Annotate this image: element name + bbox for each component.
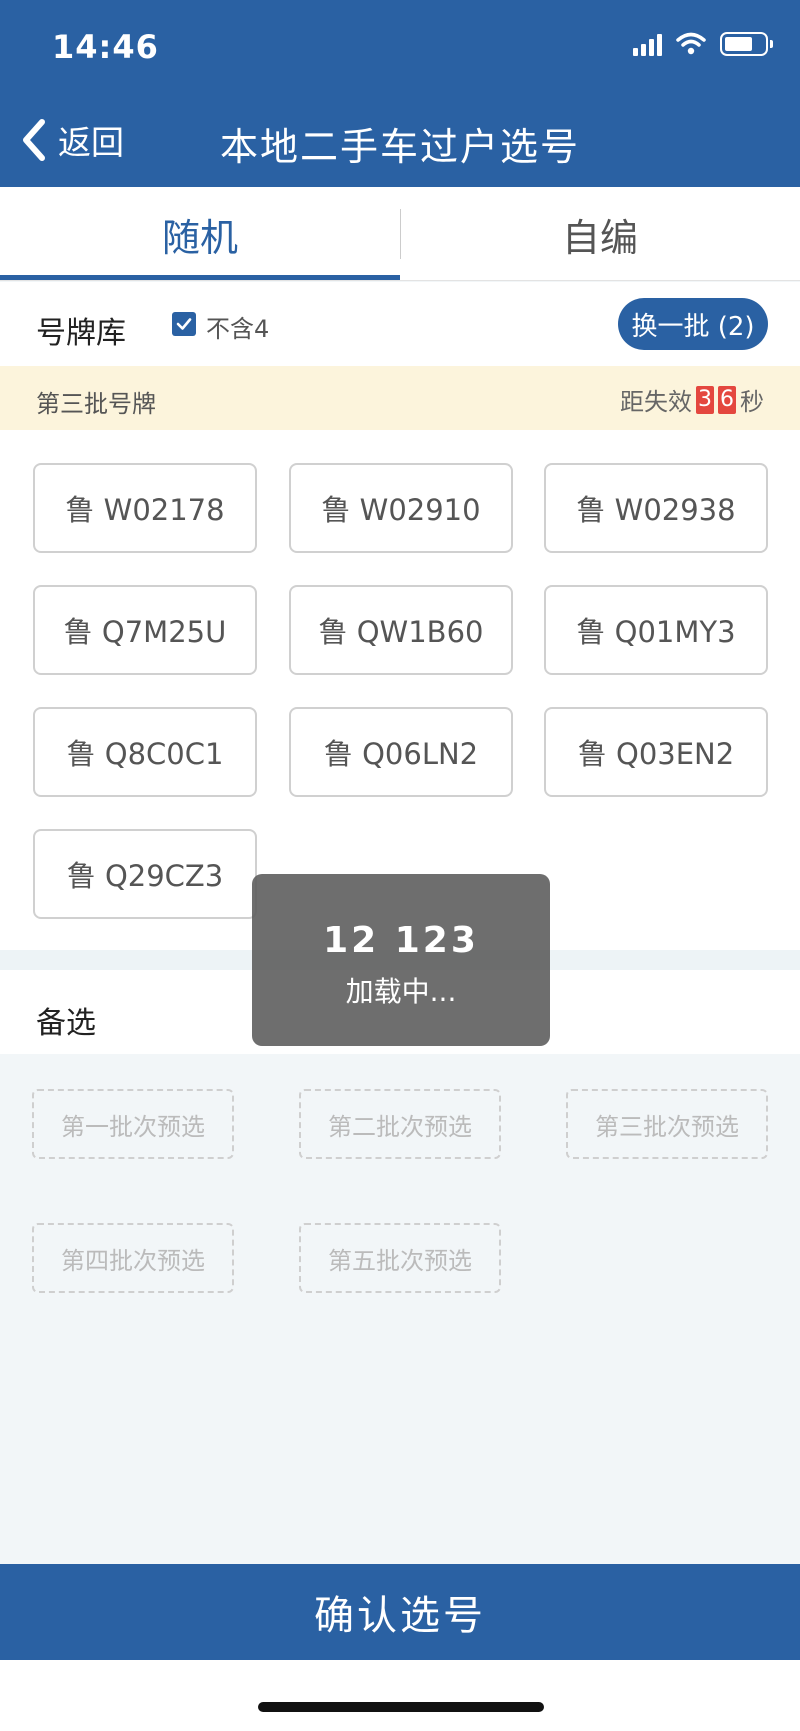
tab-custom[interactable]: 自编: [400, 187, 800, 281]
plate-option[interactable]: 鲁 W02938: [544, 463, 768, 553]
alternate-slot[interactable]: 第一批次预选: [32, 1089, 234, 1159]
alternate-slot[interactable]: 第二批次预选: [299, 1089, 501, 1159]
app-header: 14:46 返回 本地二手车过户选号: [0, 0, 800, 187]
plate-pool-title: 号牌库: [36, 316, 126, 351]
status-icons: [633, 32, 773, 56]
battery-icon: [720, 32, 773, 56]
countdown-unit: 秒: [740, 388, 764, 416]
active-tab-indicator: [0, 275, 400, 280]
alternate-slot[interactable]: 第四批次预选: [32, 1223, 234, 1293]
tab-bar: 随机 自编: [0, 187, 800, 281]
plate-option[interactable]: 鲁 Q8C0C1: [33, 707, 257, 797]
batch-title: 第三批号牌: [36, 390, 156, 418]
plate-option[interactable]: 鲁 Q03EN2: [544, 707, 768, 797]
batch-info-bar: 第三批号牌 距失效 3 6 秒: [0, 366, 800, 430]
alternate-slot[interactable]: 第五批次预选: [299, 1223, 501, 1293]
confirm-selection-button[interactable]: 确认选号: [0, 1564, 800, 1660]
exclude-four-label[interactable]: 不含4: [206, 309, 269, 344]
plate-option[interactable]: 鲁 Q01MY3: [544, 585, 768, 675]
plate-option[interactable]: 鲁 Q06LN2: [289, 707, 513, 797]
plate-option[interactable]: 鲁 W02910: [289, 463, 513, 553]
plate-option[interactable]: 鲁 Q7M25U: [33, 585, 257, 675]
wifi-icon: [676, 32, 706, 55]
checkbox-checked-icon: [176, 318, 192, 330]
alternates-title: 备选: [36, 1006, 96, 1041]
plate-grid: 鲁 W02178 鲁 W02910 鲁 W02938 鲁 Q7M25U 鲁 QW…: [0, 430, 800, 950]
alternate-slot[interactable]: 第三批次预选: [566, 1089, 768, 1159]
plate-option[interactable]: 鲁 Q29CZ3: [33, 829, 257, 919]
loading-number: 12 123: [323, 920, 479, 961]
tab-random[interactable]: 随机: [0, 187, 400, 281]
status-time: 14:46: [52, 28, 159, 66]
loading-text: 加载中...: [345, 975, 457, 1008]
plate-option[interactable]: 鲁 QW1B60: [289, 585, 513, 675]
expiry-countdown: 距失效 3 6 秒: [620, 382, 764, 417]
countdown-prefix: 距失效: [620, 388, 692, 416]
signal-icon: [633, 32, 662, 56]
page-title: 本地二手车过户选号: [219, 125, 580, 169]
plate-option[interactable]: 鲁 W02178: [33, 463, 257, 553]
countdown-digit: 6: [718, 385, 736, 414]
home-indicator[interactable]: [258, 1702, 544, 1712]
alternates-slots: 第一批次预选 第二批次预选 第三批次预选 第四批次预选 第五批次预选: [0, 1054, 800, 1564]
home-area: [0, 1660, 800, 1731]
countdown-digit: 3: [696, 385, 714, 414]
refresh-batch-button[interactable]: 换一批 (2): [618, 298, 768, 350]
loading-toast: 12 123 加载中...: [252, 874, 550, 1046]
exclude-four-checkbox[interactable]: [172, 312, 196, 336]
